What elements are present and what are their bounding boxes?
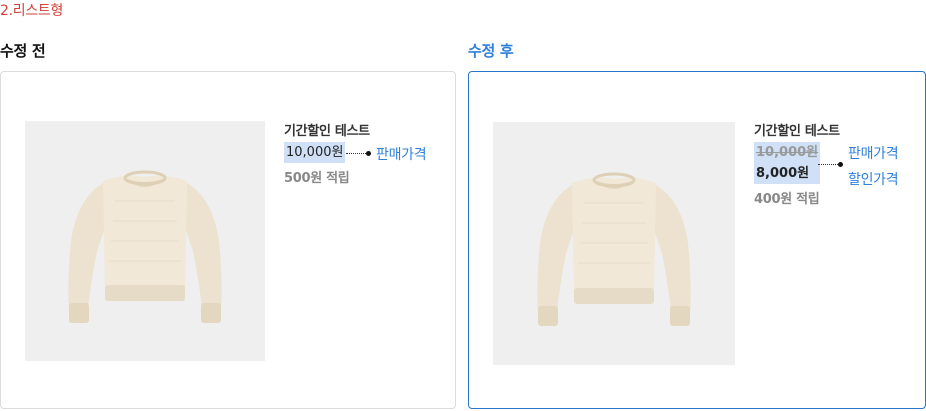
before-column-title: 수정 전 [0, 42, 46, 60]
sweater-image [537, 172, 691, 326]
callout-price-label: 판매가격 [848, 146, 899, 162]
product-name[interactable]: 기간할인 테스트 [754, 123, 840, 141]
point-text: 500원 적립 [284, 171, 350, 186]
sweater-image [68, 170, 222, 323]
after-panel: 기간할인 테스트 10,000원 8,000원 400원 적립 판매가격 할인가… [468, 71, 926, 409]
point-text: 400원 적립 [754, 192, 820, 207]
callout-dot [366, 151, 371, 156]
callout-dot [838, 162, 843, 167]
callout-sale-label: 할인가격 [848, 172, 899, 188]
callout-leader-line [346, 153, 366, 154]
callout-price-label: 판매가격 [376, 147, 427, 163]
product-image[interactable] [25, 121, 265, 361]
before-panel: 기간할인 테스트 10,000원 500원 적립 판매가격 [0, 71, 456, 409]
callout-leader-line [818, 164, 838, 165]
product-info: 기간할인 테스트 10,000원 8,000원 400원 적립 [754, 123, 840, 207]
product-name[interactable]: 기간할인 테스트 [284, 123, 370, 141]
price-highlight: 10,000원 8,000원 [754, 142, 821, 184]
price-highlight: 10,000원 [284, 142, 346, 163]
section-title: 2.리스트형 [0, 3, 64, 19]
product-info: 기간할인 테스트 10,000원 500원 적립 [284, 123, 370, 186]
product-image[interactable] [493, 122, 735, 365]
original-price: 10,000원 [756, 145, 819, 160]
after-column-title: 수정 후 [468, 42, 514, 60]
sale-price: 8,000원 [756, 166, 810, 181]
sale-price: 10,000원 [286, 145, 344, 160]
